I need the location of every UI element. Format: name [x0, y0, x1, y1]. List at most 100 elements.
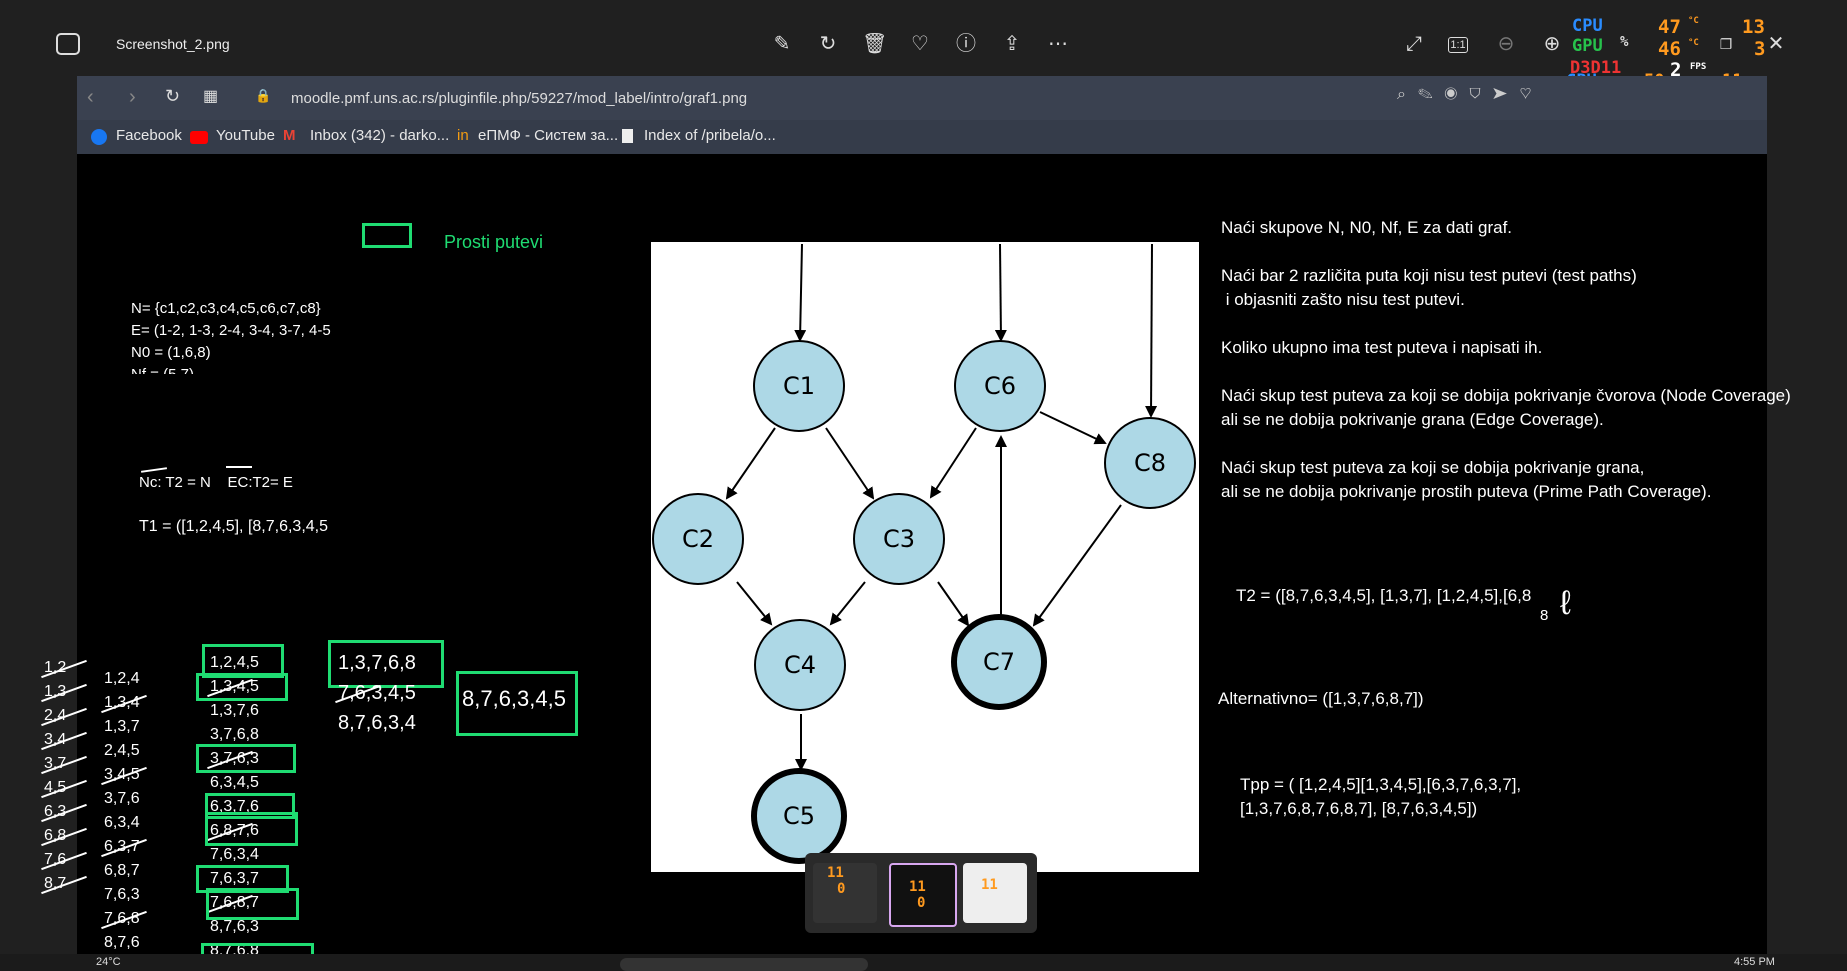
info-icon[interactable]: ⓘ — [954, 32, 978, 56]
edge-c1-c3 — [825, 427, 875, 500]
edit-icon[interactable]: ✎ — [770, 32, 794, 56]
actual-size-icon[interactable]: 1:1 — [1448, 37, 1468, 53]
edge-c3-c4 — [829, 581, 866, 626]
favorite-icon[interactable]: ♡ — [908, 32, 932, 56]
tpp-line-1: Tpp = ( [1,2,4,5][1,3,4,5],[6,3,7,6,3,7]… — [1240, 775, 1522, 794]
strike-mark — [101, 910, 147, 930]
task-3: Koliko ukupno ima test puteva i napisati… — [1221, 338, 1543, 357]
box-col3-8 — [205, 812, 298, 846]
alternativno-line: Alternativno= ([1,3,7,6,8,7]) — [1218, 689, 1424, 708]
gpu-temp: 46 — [1658, 38, 1681, 60]
youtube-icon — [190, 131, 208, 144]
thumbnail-3[interactable]: 11 — [963, 863, 1027, 923]
legend-label: Prosti putevi — [444, 232, 544, 252]
set-n: N= {c1,c2,c3,c4,c5,c6,c7,c8} — [131, 300, 321, 317]
gpu-load: 3 — [1754, 38, 1766, 60]
strike-mark — [41, 683, 87, 703]
list-item: 7,6,3,4,5 — [335, 678, 448, 708]
search-box[interactable] — [620, 958, 868, 971]
lock-icon: 🔒 — [255, 88, 272, 103]
rotate-icon[interactable]: ↻ — [816, 32, 840, 56]
list-item: 2,4 — [41, 704, 94, 728]
edge-c6-c8 — [1039, 411, 1107, 445]
node-c4: C4 — [754, 619, 846, 711]
temp-unit-gpu: °C — [1688, 38, 1699, 48]
t1-wrap: T1 = ([1,2,4,5], [8,7,6,3,4,5 — [139, 518, 339, 540]
tasks-block: Naći skupove N, N0, Nf, E za dati graf. … — [1221, 218, 1847, 508]
thumbnail-1[interactable]: 11 0 — [813, 863, 877, 923]
node-c5: C5 — [751, 768, 847, 864]
thumbnail-2-selected[interactable]: 11 0 — [889, 863, 957, 927]
strike-mark — [41, 803, 87, 823]
epmf-icon: in — [457, 127, 469, 144]
zoom-in-icon[interactable]: ⊕ — [1540, 32, 1564, 56]
sets-block: N= {c1,c2,c3,c4,c5,c6,c7,c8} E= (1-2, 1-… — [131, 300, 346, 374]
share-icon[interactable]: ⇪ — [1000, 32, 1024, 56]
list-item: 6,3,4,5 — [210, 774, 259, 791]
list-item: 8,7,6,3,4 — [338, 712, 416, 734]
strike-mark — [41, 731, 87, 751]
close-icon[interactable]: ✕ — [1764, 32, 1788, 56]
col1-list: 1,2 1,3 2,4 3,4 3,7 4,5 6,3 6,8 7,6 8,7 — [41, 656, 94, 896]
clock-time: 4:55 PM — [1734, 956, 1775, 968]
box-col3-5 — [196, 744, 296, 773]
bookmark-facebook[interactable]: Facebook — [116, 127, 182, 144]
list-item: 3,7 — [41, 752, 94, 776]
box-col3-11 — [206, 888, 299, 920]
filmstrip: 11 0 11 0 11 — [805, 853, 1037, 933]
strike-mark — [101, 694, 147, 714]
thumb2-label-b: 0 — [917, 895, 926, 911]
strike-mark — [101, 766, 147, 786]
list-item: 7,6,3 — [104, 886, 140, 903]
bookmark-inbox[interactable]: Inbox (342) - darko... — [310, 127, 449, 144]
list-item: 3,4 — [41, 728, 94, 752]
thumb3-label: 11 — [981, 877, 998, 893]
delete-icon[interactable]: 🗑 — [862, 32, 887, 56]
list-item: 1,3,4 — [101, 691, 174, 715]
bookmark-youtube[interactable]: YouTube — [216, 127, 275, 144]
reload-icon[interactable]: ↻ — [165, 86, 180, 107]
edge-c3-c7 — [937, 581, 970, 627]
task-5b: ali se ne dobija pokrivanje prostih pute… — [1221, 482, 1712, 501]
strike-mark — [41, 779, 87, 799]
strike-mark — [41, 875, 87, 895]
node-c6: C6 — [954, 340, 1046, 432]
edge-in-c8 — [1145, 243, 1158, 418]
task-4b: ali se ne dobija pokrivanje grana (Edge … — [1221, 410, 1604, 429]
list-item: 8,7 — [41, 872, 94, 896]
forward-icon[interactable]: › — [129, 86, 136, 109]
t2-line: T2 = ([8,7,6,3,4,5], [1,3,7], [1,2,4,5],… — [1236, 586, 1532, 605]
edge-c8-c7 — [1032, 504, 1122, 627]
fullscreen-icon[interactable]: ⤢ — [1402, 32, 1426, 56]
list-item: 1,2 — [41, 656, 94, 680]
scribble-mark: ℓ — [1560, 584, 1571, 622]
set-e: E= (1-2, 1-3, 2-4, 3-4, 3-7, 4-5 — [131, 322, 331, 339]
edge-c1-c2 — [725, 427, 776, 500]
bookmark-epmf[interactable]: еПМФ - Систем за... — [478, 127, 618, 144]
bookmark-index[interactable]: Index of /pribela/o... — [644, 127, 776, 144]
list-item: 1,3,7,6,8 — [338, 652, 416, 674]
node-c7: C7 — [951, 614, 1047, 710]
more-icon[interactable]: ⋯ — [1046, 32, 1070, 56]
strike-mark — [41, 659, 87, 679]
strike-mark — [335, 684, 381, 704]
address-bar[interactable]: moodle.pmf.uns.ac.rs/pluginfile.php/5922… — [291, 90, 747, 107]
tabs-icon[interactable]: ▦ — [203, 86, 218, 106]
t1-line: T1 = ([1,2,4,5], [8,7,6,3,4,5 — [139, 518, 329, 535]
edge-c6-c3 — [929, 427, 977, 499]
strike-mark — [41, 827, 87, 847]
list-item: 6,3,4 — [104, 814, 140, 831]
cpu-temp: 47 — [1658, 16, 1681, 38]
list-item: 6,3 — [41, 800, 94, 824]
list-item: 1,3 — [41, 680, 94, 704]
photos-app-icon — [56, 33, 80, 55]
node-c1: C1 — [753, 340, 845, 432]
set-n0: N0 = (1,6,8) — [131, 344, 211, 361]
task-5a: Naći skup test puteva za koji se dobija … — [1221, 458, 1645, 477]
list-item: 4,5 — [41, 776, 94, 800]
back-icon[interactable]: ‹ — [87, 86, 94, 109]
t2-extra: 8 — [1540, 607, 1549, 624]
weather-temp: 24°C — [96, 956, 121, 968]
toolbar-extensions[interactable]: ⌕✎◉⛉➤♡ — [1397, 86, 1544, 104]
zoom-out-icon[interactable]: ⊖ — [1494, 32, 1518, 56]
